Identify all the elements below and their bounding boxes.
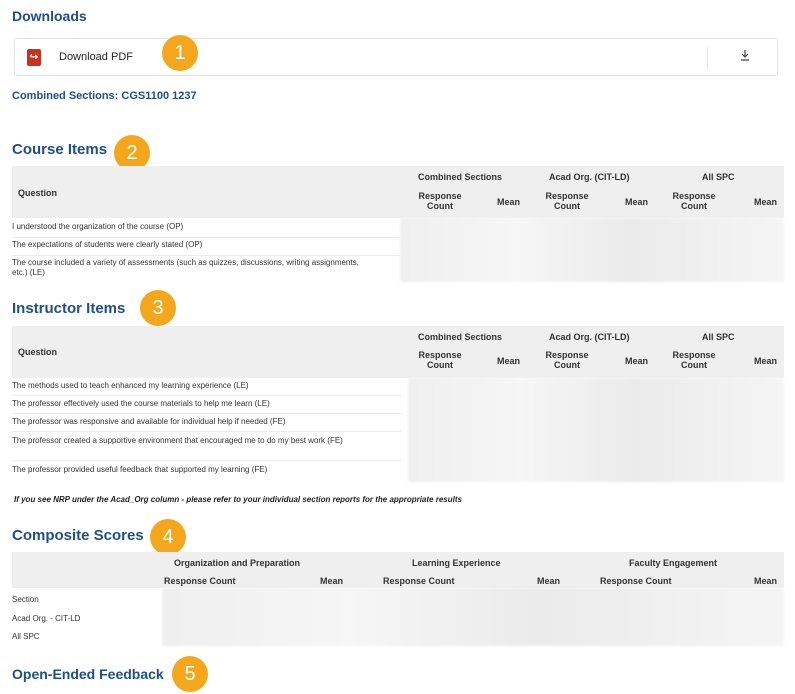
divider xyxy=(707,47,708,69)
pdf-icon: ↪ xyxy=(27,49,41,66)
divider xyxy=(12,395,402,396)
response-count-header: Response Count xyxy=(545,191,589,211)
step-badge-5: 5 xyxy=(172,656,208,692)
response-count-header: Response Count xyxy=(418,191,462,211)
group-header: Learning Experience xyxy=(412,558,501,568)
course-items-heading: Course Items xyxy=(12,141,108,158)
mean-header: Mean xyxy=(497,356,521,366)
open-ended-heading: Open-Ended Feedback xyxy=(12,666,164,682)
step-badge-4: 4 xyxy=(150,519,186,555)
table-row: The course included a variety of assessm… xyxy=(12,258,359,277)
response-count-header: Response Count xyxy=(672,350,716,370)
course-items-table: Question Combined Sections Acad Org. (CI… xyxy=(12,166,784,284)
group-header: All SPC xyxy=(702,172,735,182)
downloads-heading: Downloads xyxy=(12,8,87,24)
divider xyxy=(12,413,402,414)
group-header: Combined Sections xyxy=(418,332,503,342)
group-header: Acad Org. (CIT-LD) xyxy=(549,332,630,342)
response-count-header: Response Count xyxy=(383,576,455,586)
mean-header: Mean xyxy=(754,197,778,207)
question-header: Question xyxy=(18,347,58,357)
group-header: All SPC xyxy=(702,332,735,342)
combined-sections-link[interactable]: Combined Sections: CGS1100 1237 xyxy=(12,90,197,102)
instructor-items-heading: Instructor Items xyxy=(12,300,126,317)
group-header: Faculty Engagement xyxy=(629,558,718,568)
mean-header: Mean xyxy=(537,576,561,586)
response-count-header: Response Count xyxy=(418,350,462,370)
download-pdf-row[interactable]: ↪ Download PDF xyxy=(14,38,778,76)
response-count-header: Response Count xyxy=(672,191,716,211)
mean-header: Mean xyxy=(320,576,344,586)
instructor-items-table: Question Combined Sections Acad Org. (CI… xyxy=(12,326,784,486)
divider xyxy=(12,237,402,238)
redacted-values xyxy=(400,218,784,282)
response-count-header: Response Count xyxy=(600,576,672,586)
group-header: Combined Sections xyxy=(418,172,503,182)
response-count-header: Response Count xyxy=(164,576,236,586)
mean-header: Mean xyxy=(754,356,778,366)
step-badge-1: 1 xyxy=(162,35,198,71)
divider xyxy=(12,431,402,432)
mean-header: Mean xyxy=(497,197,521,207)
divider xyxy=(12,255,402,256)
composite-scores-table: Organization and Preparation Learning Ex… xyxy=(12,552,784,648)
mean-header: Mean xyxy=(625,197,649,207)
step-badge-3: 3 xyxy=(140,290,176,326)
table-header xyxy=(12,326,784,378)
download-icon[interactable] xyxy=(737,49,753,65)
group-header: Organization and Preparation xyxy=(174,558,301,568)
redacted-values xyxy=(162,588,784,646)
question-header: Question xyxy=(18,188,58,198)
download-pdf-label[interactable]: Download PDF xyxy=(59,51,133,63)
group-header: Acad Org. (CIT-LD) xyxy=(549,172,630,182)
mean-header: Mean xyxy=(625,356,649,366)
nrp-note: If you see NRP under the Acad_Org column… xyxy=(14,495,462,504)
table-row: The professor created a supportive envir… xyxy=(12,436,343,445)
composite-scores-heading: Composite Scores xyxy=(12,527,144,544)
table-header xyxy=(12,166,784,218)
redacted-values xyxy=(408,378,784,482)
divider xyxy=(12,460,402,461)
response-count-header: Response Count xyxy=(545,350,589,370)
mean-header: Mean xyxy=(754,576,778,586)
